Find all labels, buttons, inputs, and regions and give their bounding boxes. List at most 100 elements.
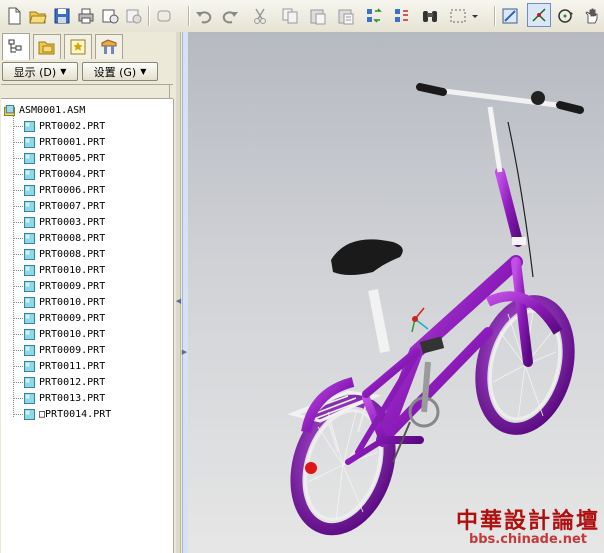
tree-root-label: ASM0001.ASM: [19, 104, 86, 116]
print-icon[interactable]: [76, 6, 96, 26]
tree-item-part[interactable]: PRT0012.PRT: [24, 374, 105, 390]
tree-item-part[interactable]: PRT0001.PRT: [24, 134, 105, 150]
send-mail-icon[interactable]: [100, 6, 120, 26]
part-icon: [24, 328, 35, 340]
tree-item-part[interactable]: PRT0009.PRT: [24, 278, 105, 294]
part-icon: [24, 152, 35, 164]
chevron-down-icon[interactable]: [470, 6, 480, 26]
tree-item-part[interactable]: PRT0006.PRT: [24, 182, 105, 198]
watermark: 中華設計論壇 bbs.chinade.net: [456, 509, 600, 547]
tree-item-label: PRT0008.PRT: [39, 232, 106, 244]
tree-item-label: PRT0007.PRT: [39, 200, 106, 212]
spin-center-icon[interactable]: [556, 6, 576, 26]
part-icon: [24, 232, 35, 244]
watermark-cn: 中華設計論壇: [455, 508, 600, 534]
part-icon: [24, 216, 35, 228]
part-icon: [24, 296, 35, 308]
part-icon: [24, 184, 35, 196]
pan-hand-icon[interactable]: [582, 6, 602, 26]
part-icon: [24, 376, 35, 388]
tree-item-part[interactable]: PRT0002.PRT: [24, 118, 105, 134]
tree-item-label: PRT0001.PRT: [39, 136, 106, 148]
tree-item-label: PRT0005.PRT: [39, 152, 106, 164]
collapse-left-icon[interactable]: ◀: [175, 294, 182, 308]
tree-item-label: PRT0009.PRT: [39, 312, 106, 324]
tree-item-label: PRT0011.PRT: [39, 360, 106, 372]
open-folder-icon[interactable]: [28, 6, 48, 26]
part-icon: [24, 168, 35, 180]
cut-icon[interactable]: [250, 6, 270, 26]
bicycle-model: [287, 83, 584, 536]
tree-item-label: PRT0014.PRT: [45, 408, 112, 420]
new-file-icon[interactable]: [4, 6, 24, 26]
tree-item-label: PRT0002.PRT: [39, 120, 106, 132]
watermark-url: bbs.chinade.net: [468, 532, 588, 547]
tree-item-label: PRT0010.PRT: [39, 328, 106, 340]
tree-item-part[interactable]: PRT0010.PRT: [24, 294, 105, 310]
settings-button-label: 设置 (G): [93, 65, 137, 79]
undo-icon[interactable]: [194, 6, 214, 26]
tree-item-part[interactable]: PRT0008.PRT: [24, 230, 105, 246]
part-icon: [24, 200, 35, 212]
coordinate-triad-icon: [411, 307, 429, 333]
tree-item-part[interactable]: PRT0004.PRT: [24, 166, 105, 182]
tree-item-label: PRT0009.PRT: [39, 280, 106, 292]
tree-item-label: PRT0006.PRT: [39, 184, 106, 196]
show-dropdown-button[interactable]: 显示 (D) ▼: [2, 62, 78, 81]
tree-item-part[interactable]: PRT0011.PRT: [24, 358, 105, 374]
tree-item-label: PRT0012.PRT: [39, 376, 106, 388]
connections-tab[interactable]: [95, 34, 123, 59]
tree-column-header[interactable]: [1, 84, 173, 99]
model-tree-tab[interactable]: [2, 33, 30, 60]
mail-attach-icon[interactable]: [124, 6, 144, 26]
tree-item-part[interactable]: PRT0009.PRT: [24, 310, 105, 326]
model-tree[interactable]: ASM0001.ASM PRT0002.PRT PRT0001.PRT PRT000…: [1, 99, 174, 553]
tree-item-label: PRT0010.PRT: [39, 264, 106, 276]
chevron-down-icon: ▼: [60, 67, 67, 76]
settings-dropdown-button[interactable]: 设置 (G) ▼: [82, 62, 158, 81]
find-binoculars-icon[interactable]: [420, 6, 440, 26]
favorites-tab[interactable]: [64, 34, 92, 59]
tree-item-part[interactable]: PRT0013.PRT: [24, 390, 105, 406]
paste-icon[interactable]: [308, 6, 328, 26]
tree-item-part[interactable]: PRT0010.PRT: [24, 262, 105, 278]
graphics-viewport[interactable]: 中華設計論壇 bbs.chinade.net: [188, 32, 604, 553]
part-icon: [24, 248, 35, 260]
redo-icon[interactable]: [220, 6, 240, 26]
save-icon[interactable]: [52, 6, 72, 26]
datum-point-icon[interactable]: [527, 3, 551, 27]
tree-item-label: PRT0013.PRT: [39, 392, 106, 404]
tree-item-part[interactable]: PRT0008.PRT: [24, 246, 105, 262]
tree-item-part[interactable]: PRT0005.PRT: [24, 150, 105, 166]
folder-browser-tab[interactable]: [33, 34, 61, 59]
part-icon: [24, 344, 35, 356]
tree-item-part[interactable]: PRT0010.PRT: [24, 326, 105, 342]
copy-icon[interactable]: [280, 6, 300, 26]
tree-item-part[interactable]: □ PRT0014.PRT: [24, 406, 111, 422]
part-icon: [24, 120, 35, 132]
tree-item-part[interactable]: PRT0007.PRT: [24, 198, 105, 214]
part-icon: [24, 280, 35, 292]
tree-item-part[interactable]: PRT0009.PRT: [24, 342, 105, 358]
assembly-icon: [4, 104, 15, 116]
paste-special-icon[interactable]: [336, 6, 356, 26]
expand-right-icon[interactable]: ▶: [181, 345, 188, 359]
part-icon: [24, 312, 35, 324]
part-icon: [24, 360, 35, 372]
regenerate-icon[interactable]: [364, 6, 384, 26]
navigator-tabs: [0, 32, 175, 60]
part-icon: [24, 408, 35, 420]
tree-item-label: PRT0010.PRT: [39, 296, 106, 308]
tree-item-label: PRT0008.PRT: [39, 248, 106, 260]
panel-splitter[interactable]: ◀ ▶: [175, 32, 188, 553]
tree-item-label: PRT0009.PRT: [39, 344, 106, 356]
part-icon: [24, 136, 35, 148]
chevron-down-icon: ▼: [140, 67, 147, 76]
paper-clip-icon[interactable]: [154, 6, 174, 26]
tree-item-part[interactable]: PRT0003.PRT: [24, 214, 105, 230]
view-orient-icon[interactable]: [500, 6, 520, 26]
select-box-icon[interactable]: [448, 6, 468, 26]
part-icon: [24, 392, 35, 404]
regen-manager-icon[interactable]: [392, 6, 412, 26]
tree-root-assembly[interactable]: ASM0001.ASM: [4, 102, 85, 118]
